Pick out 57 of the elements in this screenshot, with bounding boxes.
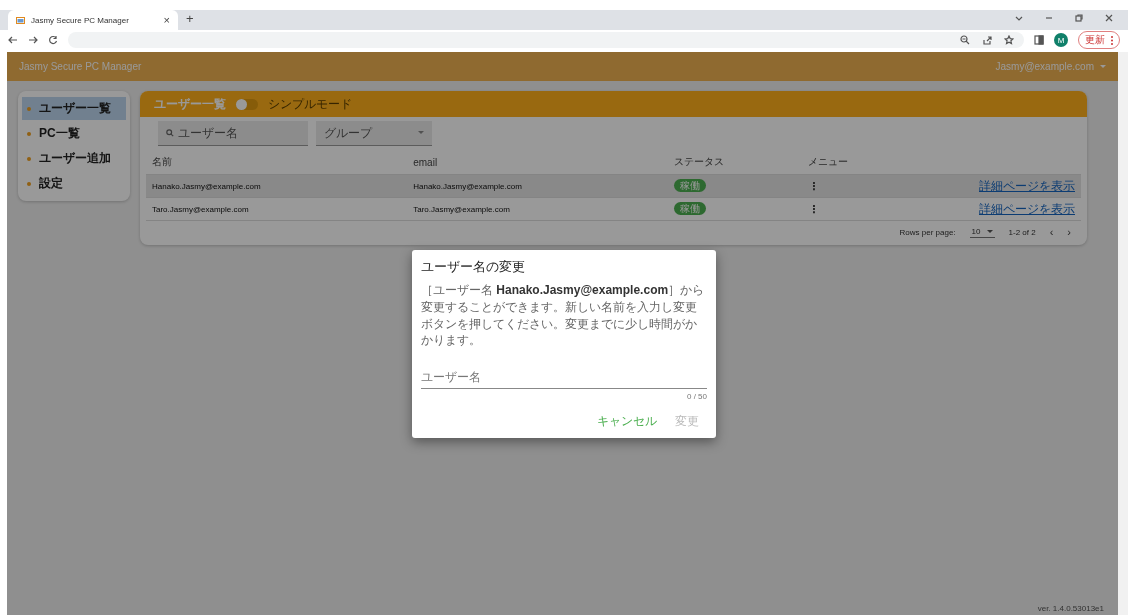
tab-close-button[interactable]: × bbox=[163, 14, 170, 26]
forward-icon[interactable] bbox=[28, 35, 38, 45]
back-icon[interactable] bbox=[8, 35, 18, 45]
email-cell: Taro.Jasmy@example.com bbox=[413, 204, 510, 214]
page-range: 1-2 of 2 bbox=[1008, 227, 1036, 237]
name-cell: Taro.Jasmy@example.com bbox=[152, 204, 249, 214]
username-field[interactable]: ユーザー名 bbox=[421, 367, 707, 390]
status-chip: 稼働 bbox=[674, 179, 707, 192]
simple-mode-toggle[interactable] bbox=[236, 98, 258, 110]
app-title: Jasmy Secure PC Manager bbox=[19, 61, 142, 72]
rows-per-page-label: Rows per page: bbox=[899, 227, 956, 237]
column-header: email bbox=[413, 156, 438, 168]
search-icon bbox=[166, 129, 174, 137]
dropdown-icon bbox=[986, 229, 993, 234]
restore-icon[interactable] bbox=[1074, 13, 1084, 23]
rows-per-page-select[interactable]: 10 bbox=[969, 226, 995, 238]
close-icon[interactable] bbox=[1104, 13, 1114, 23]
search-field[interactable]: ユーザー名 bbox=[158, 121, 308, 146]
group-select[interactable]: グループ bbox=[316, 121, 432, 146]
sidebar-item[interactable]: PC一覧 bbox=[22, 122, 126, 145]
sidebar-item[interactable]: 設定 bbox=[22, 172, 126, 195]
card-title: ユーザー一覧 bbox=[154, 95, 226, 113]
update-button[interactable]: 更新 bbox=[1078, 31, 1120, 49]
table-row[interactable]: Hanako.Jasmy@example.com Hanako.Jasmy@example.com 稼働 ⋮ 詳細ページを表示 bbox=[146, 174, 1081, 198]
next-page-button[interactable]: › bbox=[1067, 226, 1071, 238]
caret-icon bbox=[1100, 64, 1106, 69]
new-tab-button[interactable]: + bbox=[186, 11, 194, 26]
status-chip: 稼働 bbox=[674, 202, 707, 215]
zoom-icon[interactable] bbox=[960, 35, 970, 45]
column-header: 名前 bbox=[152, 156, 172, 167]
email-cell: Hanako.Jasmy@example.com bbox=[413, 181, 522, 191]
table-row[interactable]: Taro.Jasmy@example.com Taro.Jasmy@example.com 稼働 ⋮ 詳細ページを表示 bbox=[146, 197, 1081, 221]
side-panel-icon[interactable] bbox=[1034, 35, 1044, 45]
dialog-message: ［ユーザー名 Hanako.Jasmy@example.com］から変更することができます。新しい名前を入力し変更ボタンを押してください。変更までに少し時間がかかります。 bbox=[421, 282, 706, 350]
name-cell: Hanako.Jasmy@example.com bbox=[152, 181, 261, 191]
reload-icon[interactable] bbox=[48, 35, 58, 45]
scrollbar[interactable] bbox=[1118, 52, 1128, 615]
toggle-label: シンプルモード bbox=[268, 95, 352, 113]
window-icon bbox=[16, 16, 25, 24]
previous-page-button[interactable]: ‹ bbox=[1049, 226, 1054, 238]
cancel-button[interactable]: キャンセル bbox=[595, 411, 659, 433]
profile-avatar[interactable]: M bbox=[1054, 33, 1068, 47]
browser-tab[interactable]: Jasmy Secure PC Manager × bbox=[8, 10, 178, 30]
column-header: ステータス bbox=[674, 156, 725, 167]
detail-link[interactable]: 詳細ページを表示 bbox=[979, 201, 1075, 216]
star-icon[interactable] bbox=[1004, 35, 1014, 45]
dialog-title: ユーザー名の変更 bbox=[421, 258, 526, 276]
dropdown-icon bbox=[418, 131, 424, 135]
detail-link[interactable]: 詳細ページを表示 bbox=[979, 178, 1075, 193]
character-counter: 0 / 50 bbox=[686, 392, 707, 402]
column-header: メニュー bbox=[808, 156, 849, 167]
share-icon[interactable] bbox=[982, 35, 992, 45]
sidebar-item[interactable]: ユーザー一覧 bbox=[22, 97, 126, 120]
sidebar-item[interactable]: ユーザー追加 bbox=[22, 147, 126, 170]
version-label: ver. 1.4.0.53013e1 bbox=[1037, 604, 1104, 613]
row-menu-button[interactable]: ⋮ bbox=[808, 202, 820, 216]
row-menu-button[interactable]: ⋮ bbox=[808, 179, 820, 193]
